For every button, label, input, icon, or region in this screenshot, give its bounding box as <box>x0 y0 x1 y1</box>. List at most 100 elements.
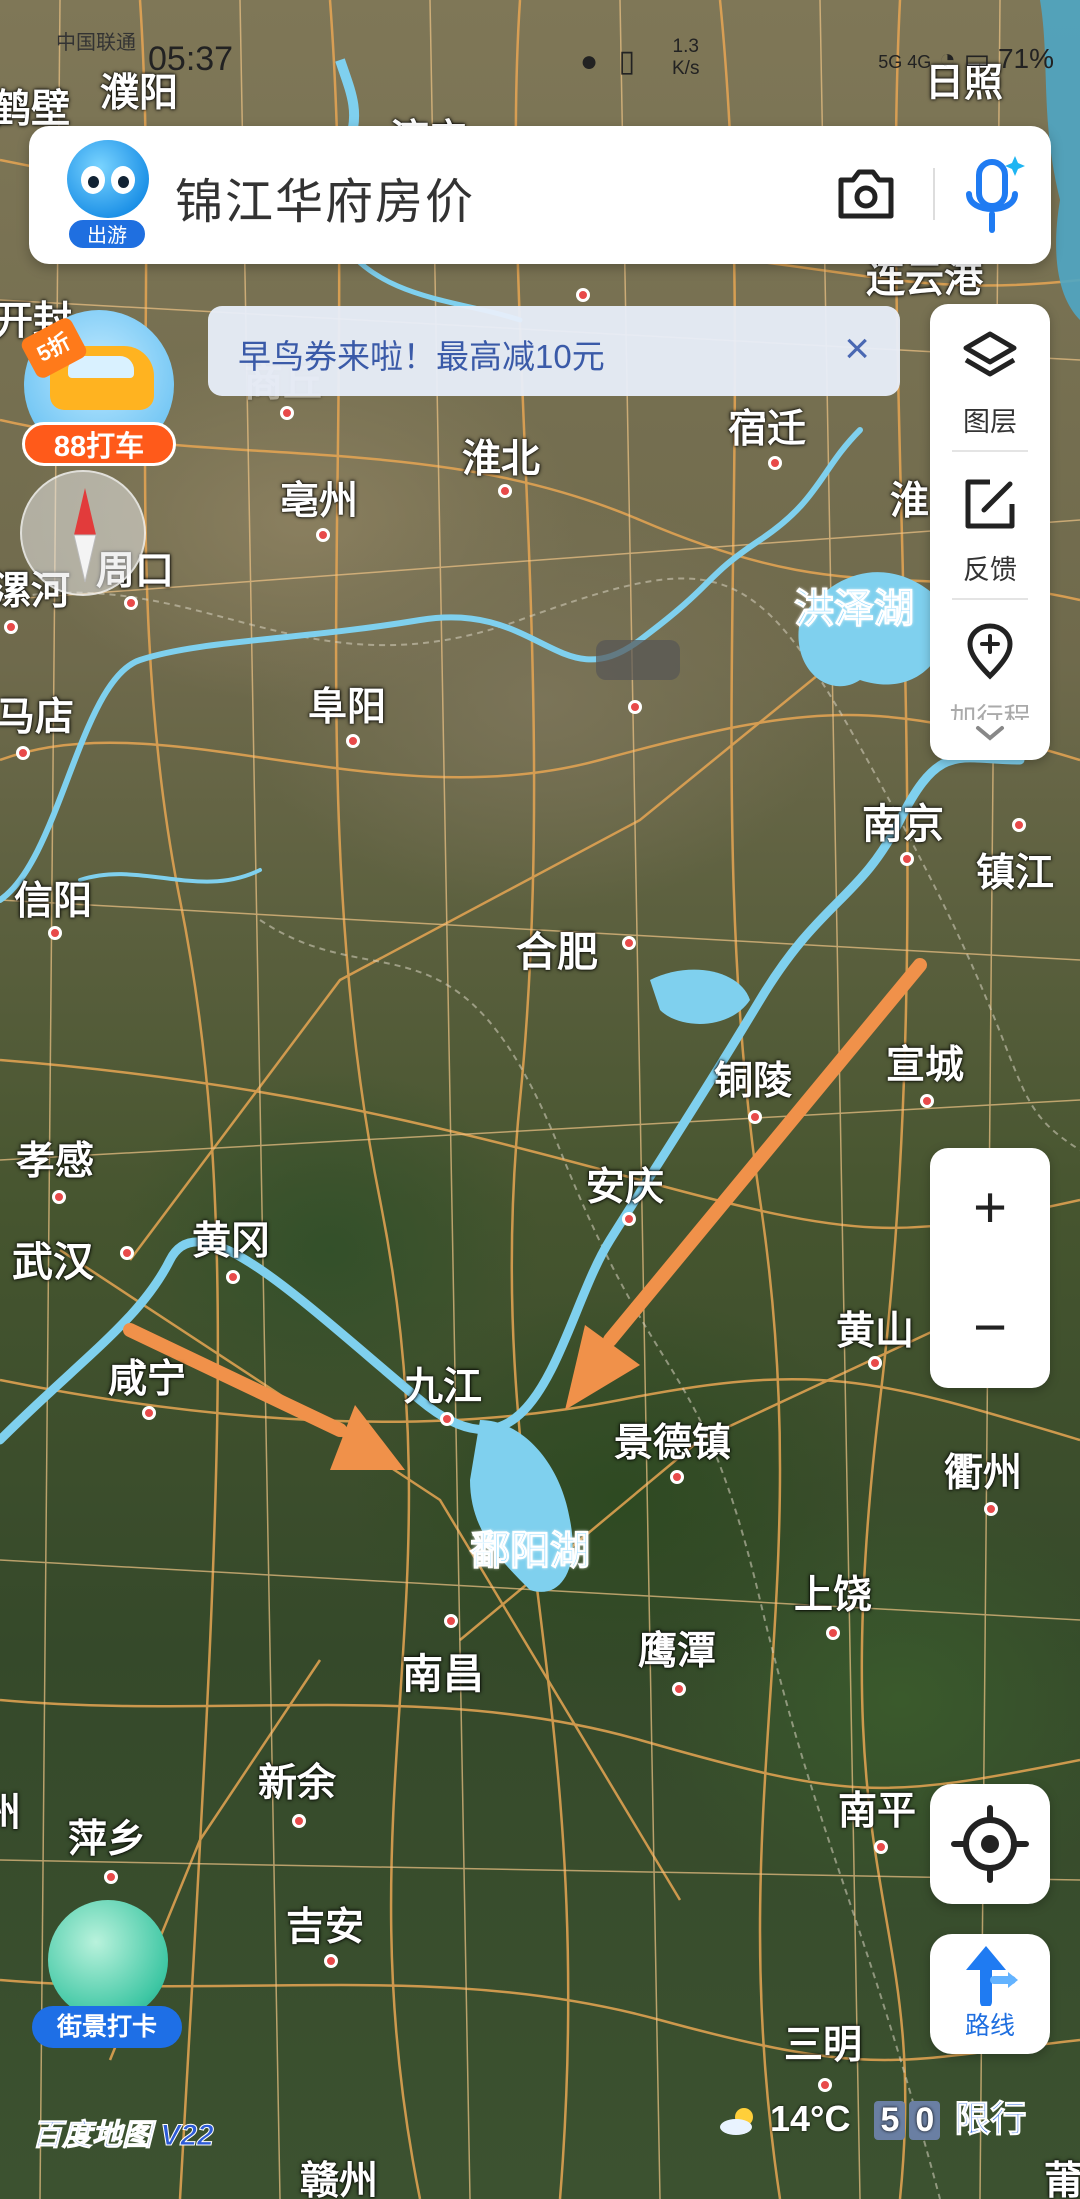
zoom-control: + − <box>930 1148 1050 1388</box>
city-marker <box>672 1682 686 1696</box>
city-label[interactable]: 咸宁 <box>108 1348 186 1404</box>
traffic-limit: 50 限行 <box>874 2090 1027 2142</box>
add-trip-label: 加行程 <box>949 703 1031 720</box>
city-label[interactable]: 宿迁 <box>728 398 806 454</box>
city-label[interactable]: 州 <box>0 1782 21 1838</box>
search-input[interactable]: 锦江华府房价 <box>175 162 475 232</box>
city-label[interactable]: 武汉 <box>12 1228 94 1288</box>
city-marker <box>52 1190 66 1204</box>
search-bar[interactable]: 出游 锦江华府房价 <box>29 126 1051 264</box>
city-label[interactable]: 黄山 <box>836 1300 914 1356</box>
zoom-out-button[interactable]: − <box>930 1268 1050 1388</box>
camera-icon[interactable] <box>835 166 897 222</box>
crosshair-icon <box>951 1805 1029 1883</box>
promo-banner[interactable]: 早鸟券来啦！最高减10元 × <box>208 306 900 396</box>
city-marker <box>226 1270 240 1284</box>
city-marker <box>104 1870 118 1884</box>
compass-button[interactable] <box>20 470 146 596</box>
city-label[interactable]: 九江 <box>404 1356 482 1412</box>
city-label[interactable]: 南平 <box>838 1780 916 1836</box>
carrier-label: 中国联通 <box>56 32 136 54</box>
city-label[interactable]: 阜阳 <box>308 676 386 732</box>
city-marker <box>628 700 642 714</box>
add-trip-button[interactable]: 加行程 <box>930 604 1050 720</box>
status-icons: ● ▯ <box>580 44 641 79</box>
city-marker <box>768 456 782 470</box>
route-label: 路线 <box>964 2012 1015 2040</box>
temperature: 14°C <box>770 2098 851 2139</box>
lake-label[interactable]: 鄱阳湖 <box>470 1518 591 1576</box>
lake-label[interactable]: 洪泽湖 <box>794 576 915 634</box>
feedback-button[interactable]: 反馈 <box>930 456 1050 596</box>
location-icon: ● <box>580 45 605 78</box>
layers-button[interactable]: 图层 <box>930 308 1050 448</box>
city-label[interactable]: 孝感 <box>16 1130 94 1186</box>
city-label[interactable]: 镇江 <box>976 842 1054 898</box>
partly-cloudy-icon <box>720 2108 753 2136</box>
mascot-label: 出游 <box>67 218 147 250</box>
city-label[interactable]: 黄冈 <box>192 1210 270 1266</box>
speed-unit: K/s <box>672 58 700 79</box>
city-label[interactable]: 马店 <box>0 686 74 742</box>
layers-label: 图层 <box>963 407 1017 437</box>
city-label[interactable]: 鹰潭 <box>638 1620 716 1676</box>
wifi-icon: ◔ <box>939 43 956 74</box>
mascot-eye <box>81 166 105 194</box>
city-marker <box>346 734 360 748</box>
city-label[interactable]: 莆 <box>1044 2150 1080 2199</box>
taxi-label: 88打车 <box>22 422 176 466</box>
limit-label: 限行 <box>954 2098 1027 2140</box>
city-marker <box>576 288 590 302</box>
city-marker <box>498 484 512 498</box>
chevron-down-icon[interactable] <box>974 724 1006 744</box>
city-label[interactable]: 衢州 <box>944 1442 1022 1498</box>
city-label[interactable]: 亳州 <box>280 470 358 526</box>
city-marker <box>984 1502 998 1516</box>
route-arrow-icon <box>966 1946 1018 2006</box>
panel-divider <box>952 598 1028 600</box>
city-label[interactable]: 南昌 <box>402 1640 484 1700</box>
weather-limit-bar[interactable]: 14°C 50 限行 <box>718 2090 1027 2146</box>
compass-needle-icon <box>73 488 97 583</box>
limit-plate: 0 <box>909 2101 941 2140</box>
city-marker <box>142 1406 156 1420</box>
close-icon[interactable]: × <box>844 324 870 374</box>
street-view-label: 街景打卡 <box>32 2006 182 2048</box>
mascot-eye <box>111 166 135 194</box>
city-label[interactable]: 吉安 <box>286 1896 364 1952</box>
city-label[interactable]: 新余 <box>258 1752 336 1808</box>
street-view-widget[interactable]: 街景打卡 <box>32 1896 182 2048</box>
locate-button[interactable] <box>930 1784 1050 1904</box>
route-button[interactable]: 路线 <box>930 1934 1050 2054</box>
feedback-label: 反馈 <box>963 555 1017 585</box>
promo-text[interactable]: 早鸟券来啦！最高减10元 <box>238 330 605 378</box>
mascot-head <box>67 140 149 218</box>
zoom-in-button[interactable]: + <box>930 1148 1050 1268</box>
city-label[interactable]: 萍乡 <box>68 1808 146 1864</box>
city-marker <box>324 1954 338 1968</box>
city-marker <box>292 1814 306 1828</box>
city-marker <box>444 1614 458 1628</box>
taxi-widget[interactable]: 5折 88打车 <box>18 306 178 466</box>
city-label[interactable]: 赣州 <box>300 2150 378 2199</box>
city-marker <box>120 1246 134 1260</box>
city-label[interactable]: 上饶 <box>794 1564 872 1620</box>
city-label[interactable]: 淮北 <box>462 428 540 484</box>
city-label[interactable]: 淮 <box>890 470 929 526</box>
city-marker <box>868 1356 882 1370</box>
status-right: 5G 4G ◔ ▭ 71% <box>878 42 1054 75</box>
city-label[interactable]: 三明 <box>784 2014 862 2070</box>
search-divider <box>933 168 935 220</box>
city-label[interactable]: 安庆 <box>586 1156 664 1212</box>
travel-mascot-icon[interactable]: 出游 <box>63 138 151 250</box>
battery-level: 71% <box>997 43 1054 74</box>
city-label[interactable]: 南京 <box>862 790 944 850</box>
limit-plate: 5 <box>874 2101 906 2140</box>
city-label[interactable]: 信阳 <box>14 870 92 926</box>
city-label[interactable]: 铜陵 <box>714 1050 792 1106</box>
city-label[interactable]: 合肥 <box>516 918 598 978</box>
city-label[interactable]: 宣城 <box>886 1034 964 1090</box>
layers-icon <box>963 331 1017 377</box>
voice-mic-icon[interactable] <box>957 152 1027 238</box>
city-label[interactable]: 景德镇 <box>614 1412 731 1468</box>
